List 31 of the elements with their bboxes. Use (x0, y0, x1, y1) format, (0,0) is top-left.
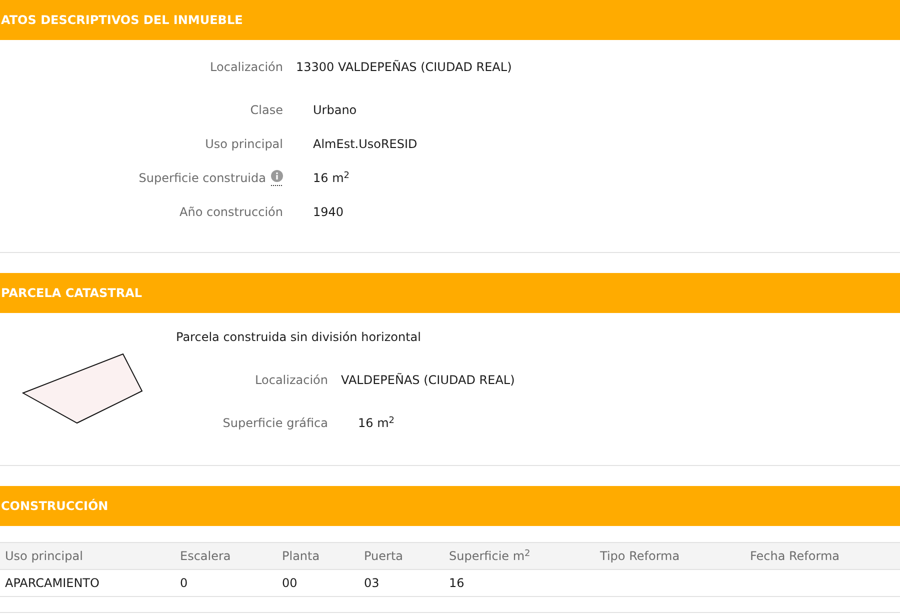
column-header: Puerta (363, 548, 404, 565)
field-value: 1940 (312, 204, 344, 221)
table-cell-text: 16 (448, 575, 466, 592)
field-value: 16 m$^{2}$ (357, 414, 395, 432)
table-cell-text: 00 (281, 575, 298, 592)
parcel-description: Parcela construida sin división horizontal (176, 329, 422, 346)
column-header: Superficie m$^{2}$ (448, 548, 532, 565)
column-header: Uso principal (4, 548, 84, 565)
field-label: Año construcción (180, 204, 283, 221)
field-value: 16 m$^{2}$ (312, 170, 350, 187)
field-label: Uso principal (205, 136, 283, 153)
field-label: Localización (255, 372, 328, 389)
column-header: Planta (281, 548, 321, 565)
table-cell-text: 03 (363, 575, 380, 592)
field-value: Urbano (312, 102, 357, 119)
field-value: VALDEPEÑAS (CIUDAD REAL) (340, 372, 515, 389)
table-cell-text: APARCAMIENTO (4, 575, 100, 592)
field-label: Clase (250, 102, 283, 119)
section-header: ATOS DESCRIPTIVOS DEL INMUEBLE (0, 0, 900, 40)
column-header: Escalera (179, 548, 232, 565)
field-value: 13300 VALDEPEÑAS (CIUDAD REAL) (295, 59, 512, 76)
column-header: Tipo Reforma (599, 548, 681, 565)
table-cell-text: 0 (179, 575, 189, 592)
field-label: Localización (210, 59, 283, 76)
field-value: AlmEst.UsoRESID (312, 136, 418, 153)
field-label: Superficie construida (138, 170, 266, 187)
field-label: Superficie gráfica (222, 415, 328, 432)
section-header: CONSTRUCCIÓN (0, 486, 900, 526)
column-header: Fecha Reforma (749, 548, 841, 565)
info-icon[interactable] (271, 170, 283, 186)
section-header: PARCELA CATASTRAL (0, 273, 900, 313)
